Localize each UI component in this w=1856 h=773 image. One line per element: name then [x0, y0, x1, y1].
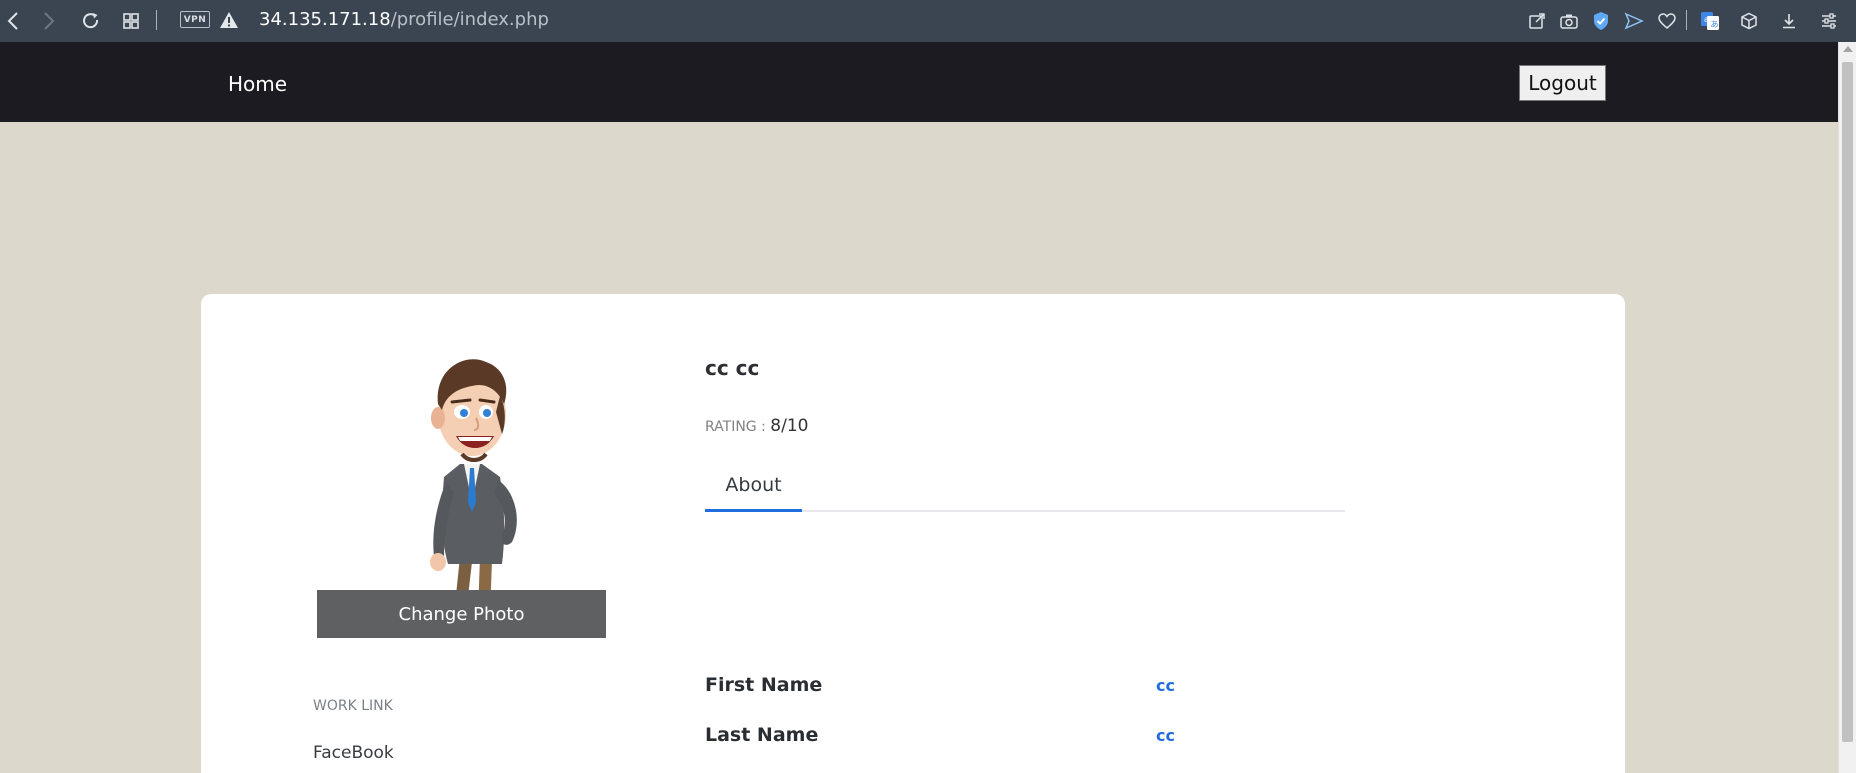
- toolbar-divider: [156, 10, 157, 30]
- warning-icon[interactable]: [219, 11, 239, 34]
- svg-text:a: a: [1704, 15, 1709, 24]
- tab-about[interactable]: About: [705, 472, 802, 512]
- scroll-up-arrow-icon[interactable]: [1843, 46, 1853, 52]
- profile-avatar: [430, 359, 517, 621]
- last-name-value: cc: [1156, 726, 1175, 745]
- scrollbar-thumb[interactable]: [1842, 62, 1853, 742]
- cube-icon[interactable]: [1736, 8, 1762, 34]
- translate-icon[interactable]: aあ: [1697, 8, 1723, 34]
- shield-check-icon[interactable]: [1588, 8, 1614, 34]
- url-path: /profile/index.php: [390, 9, 549, 30]
- browser-toolbar: VPN 34.135.171.18/profile/index.php aあ: [0, 0, 1856, 42]
- rating-row: RATING : 8/10: [705, 416, 808, 436]
- rating-value: 8/10: [770, 416, 809, 436]
- page-scrollbar[interactable]: [1838, 42, 1856, 773]
- change-photo-button[interactable]: Change Photo: [317, 590, 606, 638]
- camera-icon[interactable]: [1556, 8, 1582, 34]
- download-icon[interactable]: [1776, 8, 1802, 34]
- share-icon[interactable]: [1524, 8, 1550, 34]
- toolbar-divider: [1686, 10, 1687, 30]
- settings-sliders-icon[interactable]: [1816, 8, 1842, 34]
- tab-grid-icon[interactable]: [118, 8, 144, 34]
- back-icon[interactable]: [0, 8, 26, 34]
- first-name-label: First Name: [705, 674, 823, 696]
- send-icon[interactable]: [1621, 8, 1647, 34]
- url-host: 34.135.171.18: [259, 9, 391, 30]
- logout-button[interactable]: Logout: [1519, 65, 1606, 101]
- profile-card: [201, 294, 1625, 773]
- first-name-value: cc: [1156, 676, 1175, 695]
- site-navbar: Home Logout: [0, 42, 1838, 122]
- svg-text:あ: あ: [1711, 20, 1719, 29]
- profile-name: cc cc: [705, 356, 760, 380]
- last-name-label: Last Name: [705, 724, 819, 746]
- forward-icon[interactable]: [36, 8, 62, 34]
- address-bar[interactable]: 34.135.171.18/profile/index.php: [259, 9, 549, 30]
- reload-icon[interactable]: [78, 8, 104, 34]
- work-link-heading: WORK LINK: [313, 698, 393, 714]
- work-link-facebook[interactable]: FaceBook: [313, 743, 394, 763]
- vpn-badge[interactable]: VPN: [180, 11, 210, 28]
- home-link[interactable]: Home: [228, 72, 287, 96]
- rating-label: RATING :: [705, 419, 771, 435]
- heart-icon[interactable]: [1654, 8, 1680, 34]
